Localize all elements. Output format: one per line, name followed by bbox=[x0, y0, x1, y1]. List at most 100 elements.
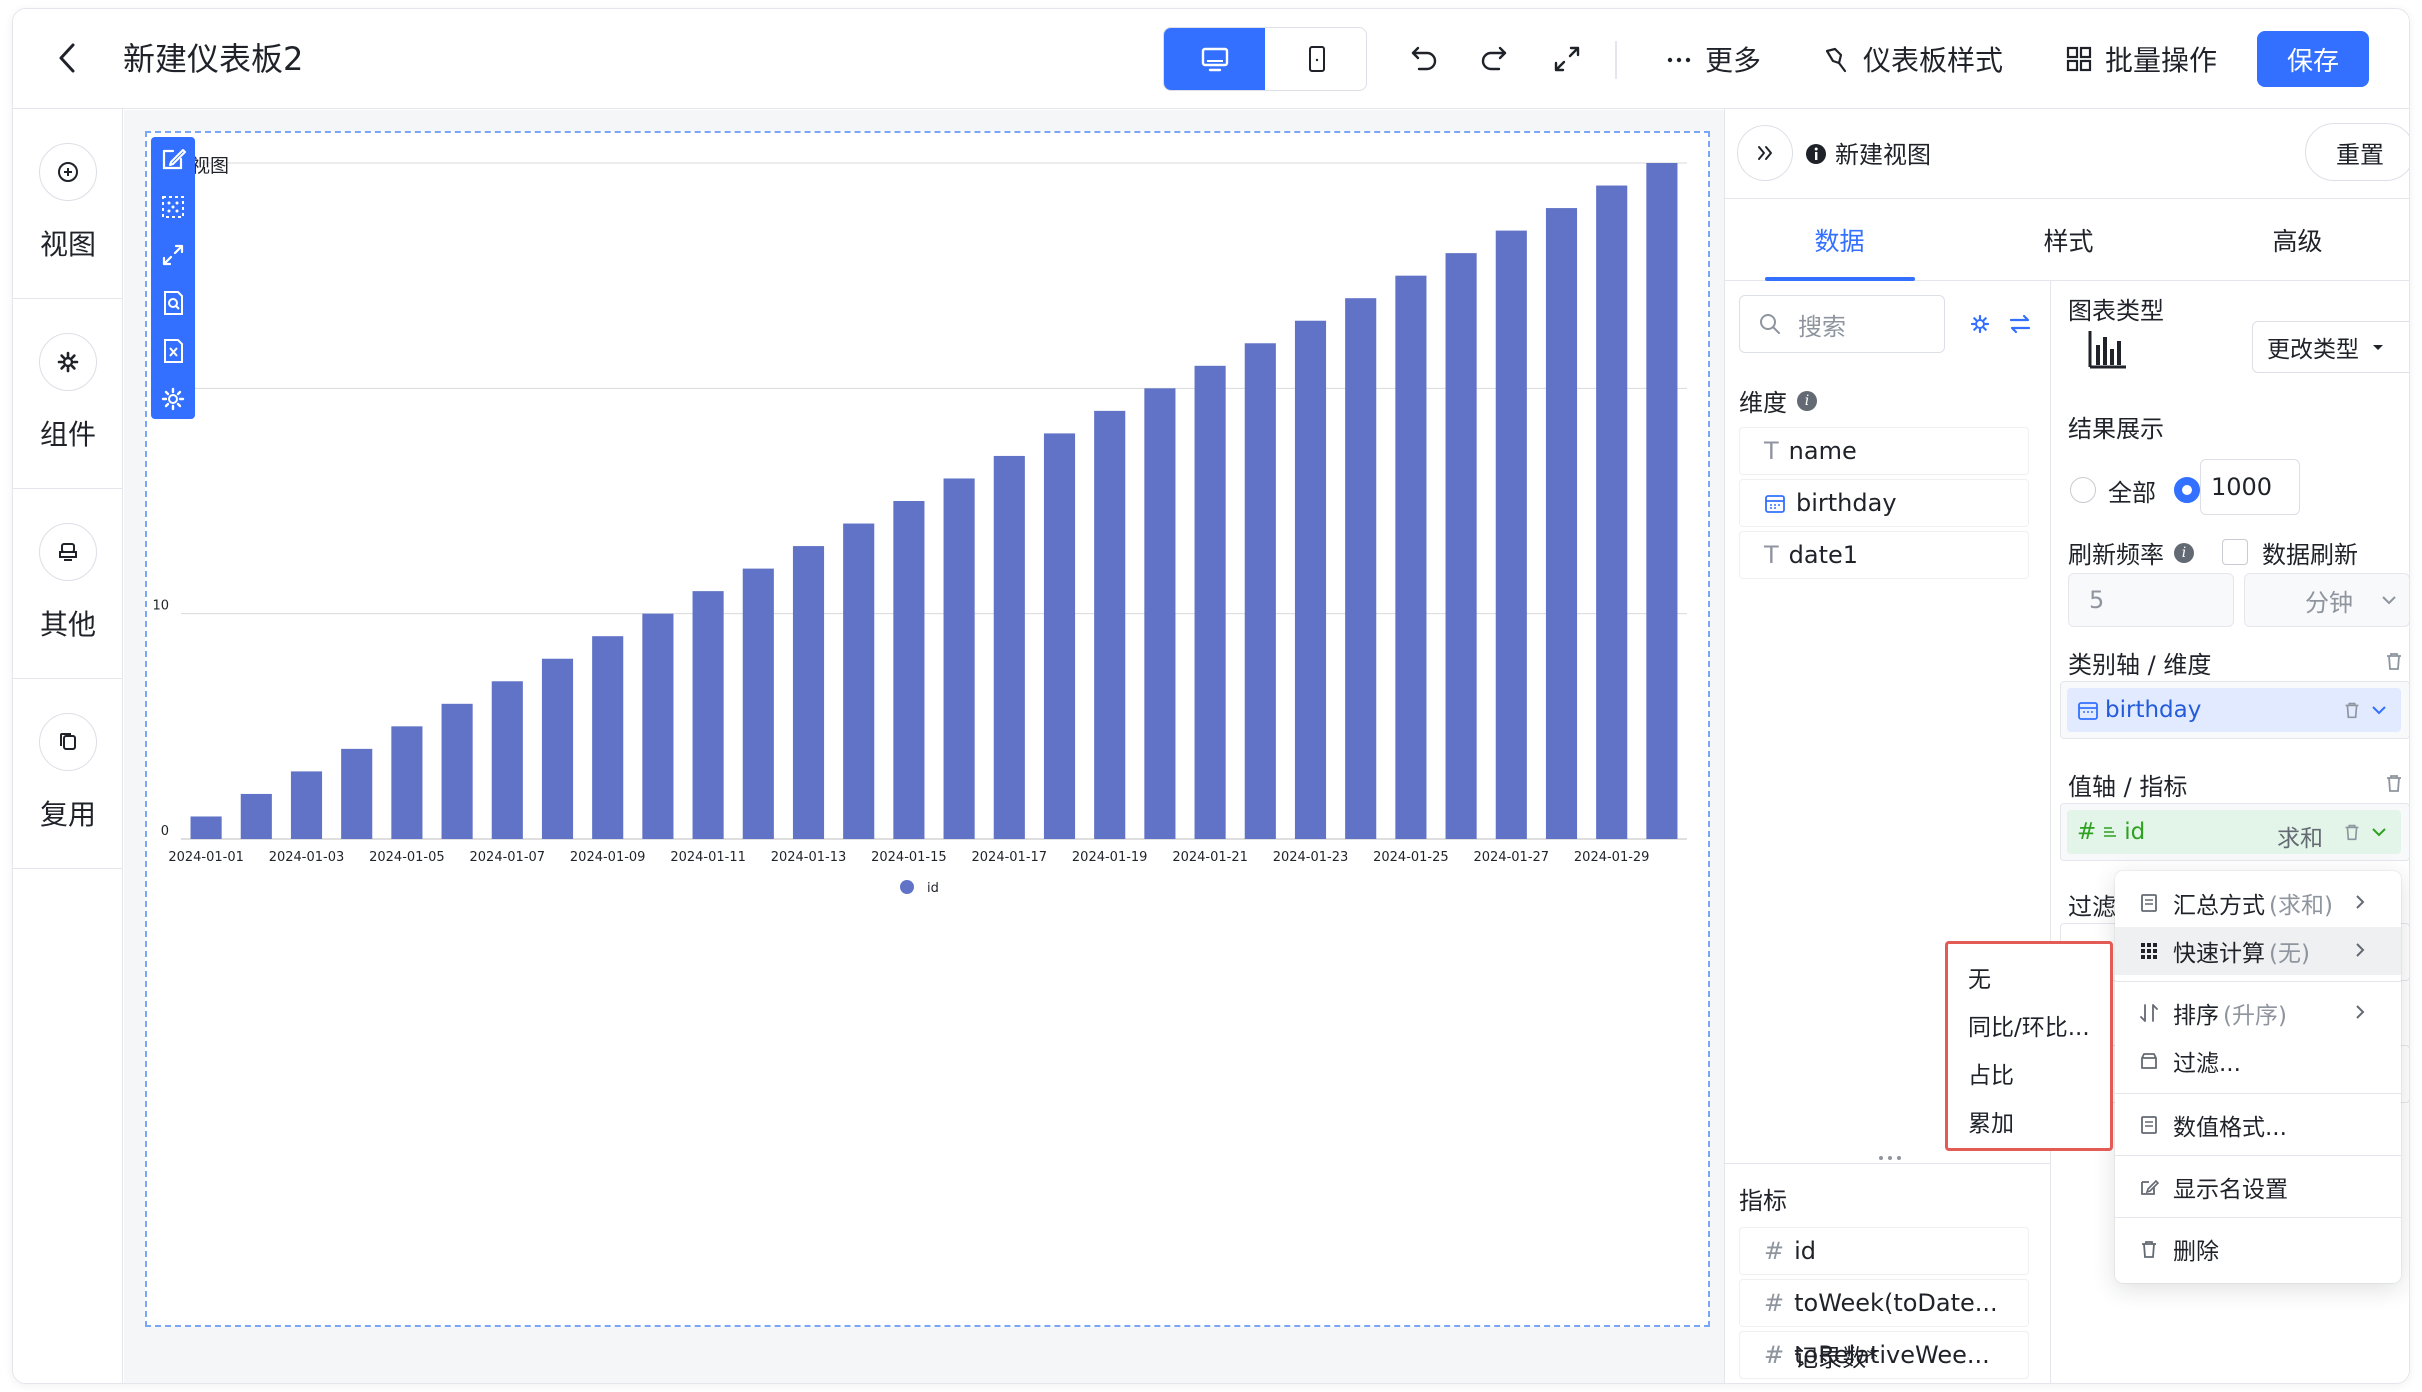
result-count-radio[interactable] bbox=[2174, 477, 2200, 503]
dashboard-style-button[interactable]: 仪表板样式 bbox=[1821, 35, 2003, 83]
excel-icon bbox=[164, 339, 183, 363]
toolbar-divider bbox=[1615, 41, 1617, 79]
bar bbox=[341, 748, 373, 839]
grid-icon bbox=[2066, 46, 2092, 72]
more-button[interactable]: 更多 bbox=[1663, 35, 1761, 83]
tab-advanced[interactable]: 高级 bbox=[2183, 199, 2409, 281]
menu-item-label: 汇总方式 bbox=[2173, 893, 2265, 919]
collapse-panel-button[interactable] bbox=[1737, 125, 1793, 181]
x-tick-label: 2024-01-19 bbox=[1072, 850, 1148, 865]
rail-item-reuse[interactable]: 复用 bbox=[13, 679, 123, 869]
refresh-unit-select[interactable]: 分钟 bbox=[2244, 573, 2409, 627]
field-search-input[interactable]: 搜索 bbox=[1739, 295, 1945, 353]
legend-marker bbox=[900, 880, 914, 894]
menu-item-label: 数值格式... bbox=[2173, 1115, 2287, 1141]
device-toggle bbox=[1163, 27, 1367, 91]
rail-item-view[interactable]: 视图 bbox=[13, 109, 123, 299]
desktop-view-button[interactable] bbox=[1164, 28, 1265, 90]
bar bbox=[1596, 185, 1628, 839]
enlarge-view-button[interactable] bbox=[157, 239, 189, 271]
menu-item-number-format[interactable]: 数值格式... bbox=[2115, 1101, 2401, 1149]
menu-separator bbox=[2115, 1093, 2401, 1094]
quick-calc-percentage[interactable]: 占比 bbox=[1968, 1056, 2014, 1090]
rail-item-component[interactable]: 组件 bbox=[13, 299, 123, 489]
dimension-field-label: date1 bbox=[1788, 541, 1859, 569]
redo-button[interactable] bbox=[1475, 39, 1515, 79]
export-excel-button[interactable] bbox=[157, 335, 189, 367]
category-axis-drop-zone[interactable]: birthday bbox=[2060, 681, 2409, 739]
menu-item-sub: (升序) bbox=[2223, 1003, 2287, 1029]
dimension-field-birthday[interactable]: birthday bbox=[1739, 479, 2029, 527]
menu-item-delete[interactable]: 删除 bbox=[2115, 1225, 2401, 1273]
panel-tabs: 数据 样式 高级 bbox=[1725, 199, 2409, 281]
quick-calc-none[interactable]: 无 bbox=[1968, 960, 1991, 994]
view-settings-button[interactable] bbox=[157, 383, 189, 415]
dashboard-canvas: 010202024-01-012024-01-032024-01-052024-… bbox=[124, 110, 1724, 1383]
menu-item-filter[interactable]: 过滤... bbox=[2115, 1037, 2401, 1085]
bar-chart-icon[interactable] bbox=[2086, 327, 2130, 371]
reset-button[interactable]: 重置 bbox=[2305, 123, 2409, 181]
expand-icon bbox=[162, 244, 184, 266]
dimension-field-date1[interactable]: Tdate1 bbox=[1739, 531, 2029, 579]
quick-calc-cumulative[interactable]: 累加 bbox=[1968, 1104, 2014, 1138]
measure-field-record-count[interactable]: # 记录数* bbox=[1739, 1331, 2029, 1379]
rail-icon-wrap bbox=[39, 713, 97, 771]
monitor-icon bbox=[1201, 47, 1228, 72]
drag-view-button[interactable] bbox=[157, 191, 189, 223]
menu-item-sort[interactable]: 排序 (升序) bbox=[2115, 989, 2401, 1037]
measure-field-toweek[interactable]: # toWeek(toDate... bbox=[1739, 1279, 2029, 1327]
magic-wand-icon bbox=[1825, 47, 1847, 73]
rail-icon-wrap bbox=[39, 333, 97, 391]
view-details-button[interactable] bbox=[157, 287, 189, 319]
back-button[interactable] bbox=[43, 33, 93, 83]
refresh-interval-input[interactable]: 5 bbox=[2068, 573, 2234, 627]
chevron-down-icon[interactable] bbox=[2369, 822, 2389, 842]
fullscreen-button[interactable] bbox=[1547, 39, 1587, 79]
rail-item-other[interactable]: 其他 bbox=[13, 489, 123, 679]
quick-calc-yoy[interactable]: 同比/环比... bbox=[1968, 1008, 2090, 1042]
trash-icon[interactable] bbox=[2382, 771, 2406, 795]
data-refresh-checkbox[interactable] bbox=[2222, 539, 2248, 565]
chevron-down-icon bbox=[2382, 596, 2396, 605]
rail-icon-wrap bbox=[39, 143, 97, 201]
tab-data[interactable]: 数据 bbox=[1725, 199, 1954, 281]
result-all-radio[interactable] bbox=[2070, 477, 2096, 503]
bar bbox=[1043, 433, 1076, 839]
menu-item-aggregation[interactable]: 汇总方式 (求和) bbox=[2115, 879, 2401, 927]
field-switch-button[interactable] bbox=[2005, 309, 2035, 339]
menu-item-display-name[interactable]: 显示名设置 bbox=[2115, 1163, 2401, 1211]
undo-button[interactable] bbox=[1403, 39, 1443, 79]
resize-handle-icon[interactable] bbox=[1875, 1153, 1905, 1163]
chevron-left-icon bbox=[59, 43, 75, 73]
trash-icon[interactable] bbox=[2341, 821, 2363, 843]
value-axis-drop-zone[interactable]: # id 求和 bbox=[2060, 803, 2409, 861]
trash-icon[interactable] bbox=[2341, 699, 2363, 721]
batch-operation-button[interactable]: 批量操作 bbox=[2063, 35, 2217, 83]
tab-style[interactable]: 样式 bbox=[1954, 199, 2183, 281]
info-icon: i bbox=[1797, 390, 1817, 411]
chevron-down-icon[interactable] bbox=[2369, 700, 2389, 720]
x-tick-label: 2024-01-17 bbox=[972, 850, 1048, 865]
bar bbox=[1094, 410, 1126, 839]
bar bbox=[240, 793, 272, 839]
trash-icon bbox=[2142, 1241, 2156, 1258]
measure-field-id[interactable]: # id bbox=[1739, 1227, 2029, 1275]
category-axis-chip[interactable]: birthday bbox=[2067, 688, 2401, 732]
y-tick-label: 0 bbox=[161, 824, 169, 839]
rail-label-view: 视图 bbox=[39, 228, 96, 261]
field-context-menu: 汇总方式 (求和) 快速计算 (无) 排序 (升序) 过滤... 数值格式... bbox=[2115, 871, 2401, 1283]
menu-item-quick-calc[interactable]: 快速计算 (无) bbox=[2115, 927, 2401, 975]
value-axis-chip[interactable]: # id 求和 bbox=[2067, 810, 2401, 854]
mobile-view-button[interactable] bbox=[1266, 28, 1366, 90]
change-type-select[interactable]: 更改类型 bbox=[2252, 321, 2409, 373]
field-settings-button[interactable] bbox=[1965, 309, 1995, 339]
bar bbox=[993, 455, 1025, 839]
dimension-field-name[interactable]: Tname bbox=[1739, 427, 2029, 475]
dashboard-title[interactable]: 新建仪表板2 bbox=[123, 35, 303, 83]
trash-icon[interactable] bbox=[2382, 649, 2406, 673]
x-tick-label: 2024-01-25 bbox=[1373, 850, 1449, 865]
result-count-input[interactable]: 1000 bbox=[2200, 459, 2300, 515]
edit-view-button[interactable] bbox=[157, 143, 189, 175]
chart-view-card[interactable]: 010202024-01-012024-01-032024-01-052024-… bbox=[145, 131, 1710, 1327]
save-button[interactable]: 保存 bbox=[2257, 31, 2369, 87]
